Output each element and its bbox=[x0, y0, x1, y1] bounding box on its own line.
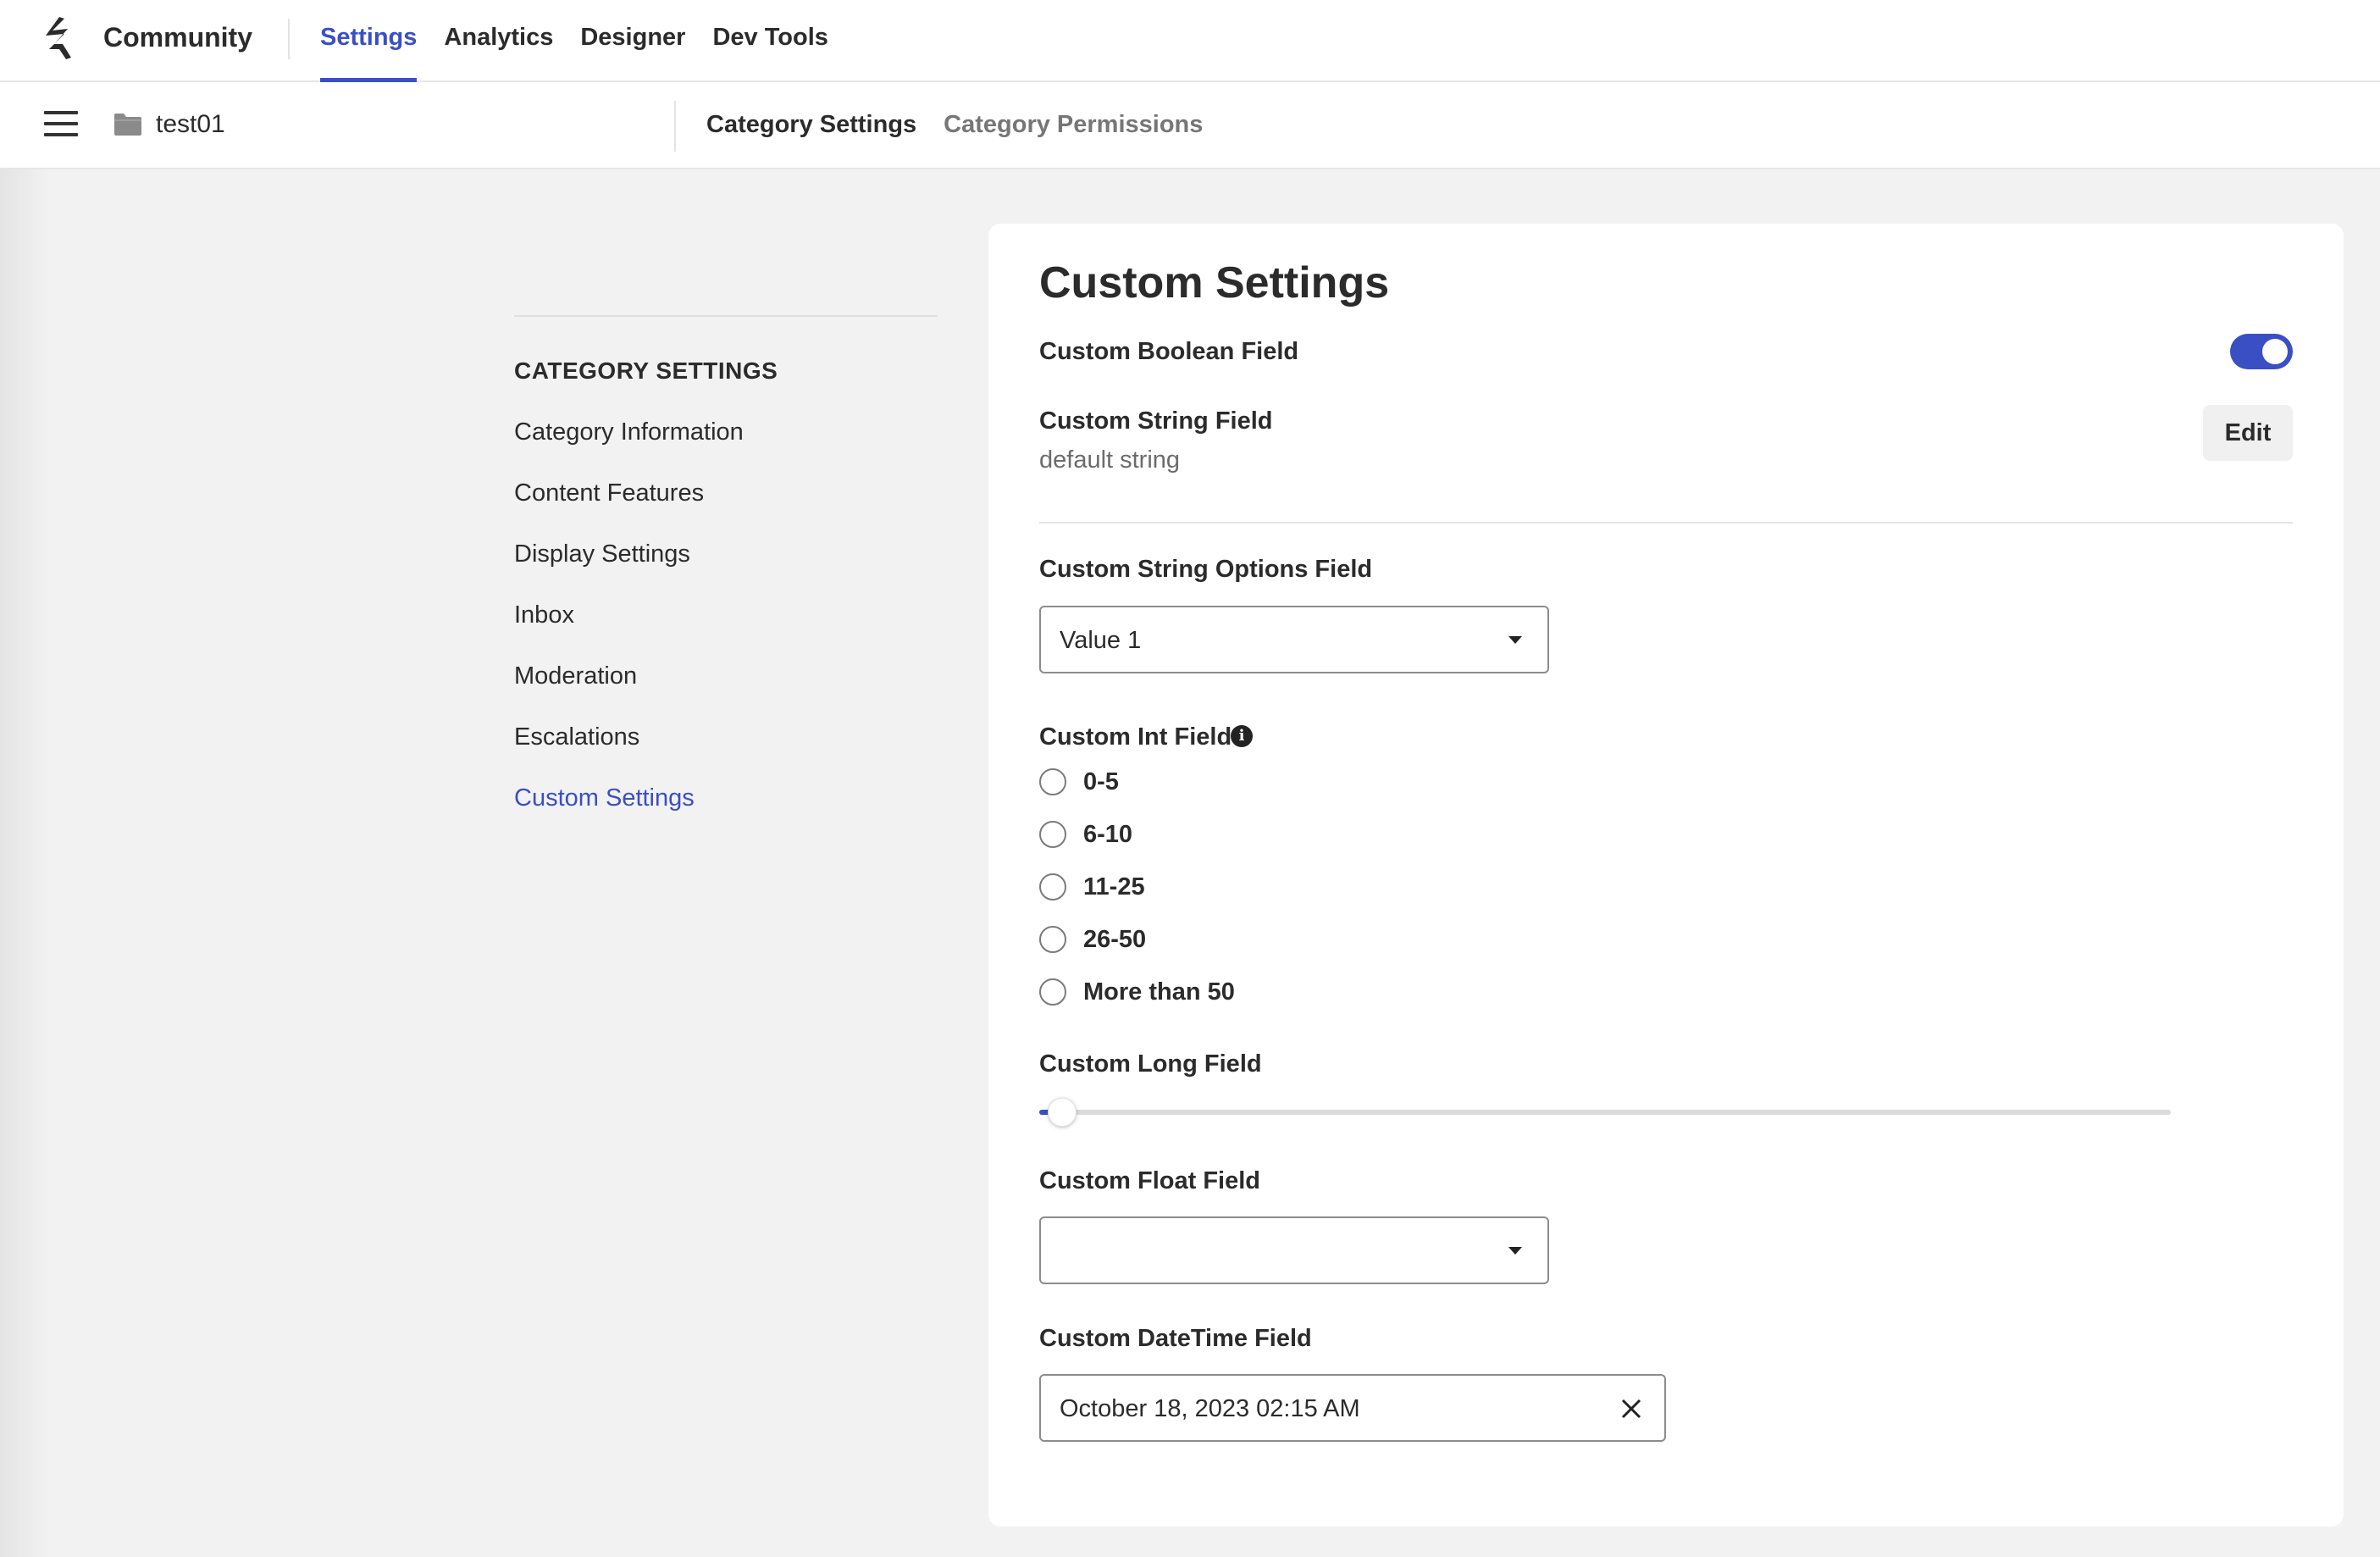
tab-category-settings[interactable]: Category Settings bbox=[706, 108, 916, 141]
tab-designer[interactable]: Designer bbox=[580, 0, 685, 82]
page-title: Custom Settings bbox=[1039, 258, 1390, 308]
datetime-field-label: Custom DateTime Field bbox=[1039, 1325, 1312, 1352]
int-field-label: Custom Int Field bbox=[1039, 723, 1232, 751]
breadcrumb[interactable]: test01 bbox=[156, 108, 225, 141]
string-field-value: default string bbox=[1039, 446, 1181, 474]
sidenav-item-custom-settings[interactable]: Custom Settings bbox=[514, 781, 938, 815]
sidenav-item-category-information[interactable]: Category Information bbox=[514, 415, 938, 449]
secondary-bar: test01 Category Settings Category Permis… bbox=[0, 82, 2380, 169]
radio-label: 26-50 bbox=[1083, 926, 1147, 953]
sidenav-item-escalations[interactable]: Escalations bbox=[514, 720, 938, 754]
caret-down-icon bbox=[1508, 636, 1522, 644]
left-shade bbox=[0, 169, 51, 1557]
radio-circle[interactable] bbox=[1039, 978, 1066, 1006]
tab-dev-tools[interactable]: Dev Tools bbox=[712, 0, 827, 82]
info-icon[interactable]: i bbox=[1231, 725, 1253, 747]
float-field-select[interactable] bbox=[1039, 1216, 1549, 1284]
long-field-slider[interactable] bbox=[1039, 1098, 2171, 1127]
edit-string-button[interactable]: Edit bbox=[2203, 405, 2293, 461]
slider-thumb[interactable] bbox=[1047, 1098, 1077, 1127]
sidenav-divider bbox=[514, 315, 938, 317]
string-options-value: Value 1 bbox=[1060, 627, 1142, 654]
float-field-label: Custom Float Field bbox=[1039, 1167, 1260, 1194]
section-divider bbox=[1039, 522, 2293, 524]
brand-name[interactable]: Community bbox=[103, 19, 252, 56]
subbar-divider bbox=[674, 101, 676, 152]
datetime-field-input[interactable]: October 18, 2023 02:15 AM bbox=[1039, 1374, 1666, 1442]
radio-label: 11-25 bbox=[1083, 873, 1145, 900]
sidenav-item-moderation[interactable]: Moderation bbox=[514, 659, 938, 693]
sidenav-heading: CATEGORY SETTINGS bbox=[514, 357, 778, 384]
tab-category-permissions[interactable]: Category Permissions bbox=[944, 108, 1203, 141]
sidenav-item-display-settings[interactable]: Display Settings bbox=[514, 537, 938, 571]
top-tabs: Settings Analytics Designer Dev Tools bbox=[320, 0, 855, 82]
radio-circle[interactable] bbox=[1039, 821, 1066, 848]
caret-down-icon bbox=[1508, 1247, 1522, 1255]
boolean-field-label: Custom Boolean Field bbox=[1039, 338, 1299, 365]
long-field-label: Custom Long Field bbox=[1039, 1050, 1262, 1078]
logo-icon[interactable] bbox=[34, 15, 76, 63]
boolean-field-toggle[interactable] bbox=[2230, 334, 2293, 369]
radio-circle[interactable] bbox=[1039, 926, 1066, 953]
close-icon[interactable] bbox=[1619, 1396, 1644, 1421]
hamburger-icon[interactable] bbox=[44, 111, 78, 138]
settings-sidenav: CATEGORY SETTINGS Category Information C… bbox=[514, 315, 938, 842]
brand-divider bbox=[288, 19, 290, 59]
top-navigation-bar: Community Settings Analytics Designer De… bbox=[0, 0, 2380, 82]
radio-circle[interactable] bbox=[1039, 768, 1066, 795]
folder-icon bbox=[114, 114, 141, 136]
tab-settings[interactable]: Settings bbox=[320, 0, 418, 82]
radio-label: More than 50 bbox=[1083, 978, 1235, 1006]
string-options-select[interactable]: Value 1 bbox=[1039, 606, 1549, 673]
tab-analytics[interactable]: Analytics bbox=[444, 0, 553, 82]
sidenav-item-content-features[interactable]: Content Features bbox=[514, 476, 938, 510]
datetime-field-value: October 18, 2023 02:15 AM bbox=[1060, 1395, 1360, 1422]
custom-settings-card: Custom Settings Custom Boolean Field Cus… bbox=[988, 224, 2344, 1527]
subbar-tabs: Category Settings Category Permissions bbox=[706, 108, 1230, 141]
string-options-field-label: Custom String Options Field bbox=[1039, 556, 1373, 583]
string-field-label: Custom String Field bbox=[1039, 407, 1273, 435]
sidenav-item-inbox[interactable]: Inbox bbox=[514, 598, 938, 632]
radio-circle[interactable] bbox=[1039, 873, 1066, 900]
radio-label: 6-10 bbox=[1083, 821, 1133, 848]
radio-label: 0-5 bbox=[1083, 768, 1119, 795]
toggle-knob bbox=[2262, 339, 2288, 364]
